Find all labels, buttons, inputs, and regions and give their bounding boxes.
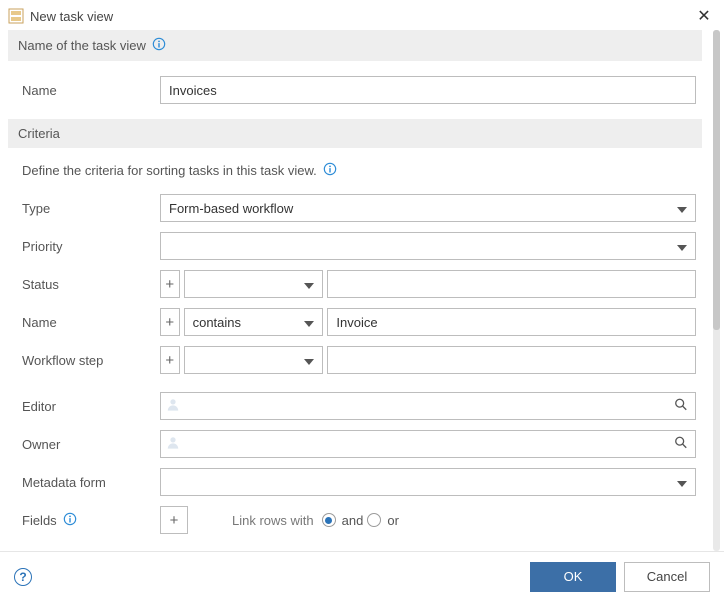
name-value-input[interactable] [327, 308, 696, 336]
info-icon[interactable] [63, 512, 77, 529]
row-name: Name [0, 71, 710, 109]
section-header-name: Name of the task view [8, 30, 702, 61]
chevron-down-icon [677, 475, 687, 490]
status-add-button[interactable]: + [160, 270, 180, 298]
cancel-button[interactable]: Cancel [624, 562, 710, 592]
name-add-button[interactable]: + [160, 308, 180, 336]
section-title-name: Name of the task view [18, 38, 146, 53]
workflow-value-input[interactable] [327, 346, 696, 374]
info-icon[interactable] [323, 162, 337, 179]
close-button[interactable]: ✕ [694, 6, 714, 26]
chevron-down-icon [304, 353, 314, 368]
label-workflow-step: Workflow step [22, 353, 160, 368]
ok-button[interactable]: OK [530, 562, 616, 592]
user-icon [166, 436, 180, 453]
row-name-criteria: Name + contains [0, 303, 710, 341]
criteria-hint-text: Define the criteria for sorting tasks in… [22, 163, 317, 178]
link-and-radio[interactable]: and [322, 513, 364, 528]
label-editor: Editor [22, 399, 160, 414]
fields-add-button[interactable]: + [160, 506, 188, 534]
window-title: New task view [30, 9, 694, 24]
link-or-radio[interactable]: or [367, 513, 399, 528]
chevron-down-icon [677, 201, 687, 216]
title-bar: New task view ✕ [0, 0, 724, 34]
search-icon[interactable] [674, 436, 688, 453]
scrollbar-thumb[interactable] [713, 30, 720, 330]
name-operator-select[interactable]: contains [184, 308, 324, 336]
name-operator-value: contains [193, 315, 241, 330]
info-icon[interactable] [152, 37, 166, 54]
type-value: Form-based workflow [169, 201, 293, 216]
user-icon [166, 398, 180, 415]
label-name-criteria: Name [22, 315, 160, 330]
row-metadata-form: Metadata form [0, 463, 710, 501]
dialog-footer: ? OK Cancel [0, 551, 724, 601]
row-fields: Fields + Link rows with and or [0, 501, 710, 539]
label-priority: Priority [22, 239, 160, 254]
label-status: Status [22, 277, 160, 292]
chevron-down-icon [304, 277, 314, 292]
label-metadata-form: Metadata form [22, 475, 160, 490]
row-editor: Editor [0, 387, 710, 425]
label-type: Type [22, 201, 160, 216]
section-title-criteria: Criteria [18, 126, 60, 141]
link-and-label: and [342, 513, 364, 528]
help-button[interactable]: ? [14, 568, 32, 586]
metadata-form-select[interactable] [160, 468, 696, 496]
status-value-input[interactable] [327, 270, 696, 298]
search-icon[interactable] [674, 398, 688, 415]
radio-dot-icon [322, 513, 336, 527]
priority-select[interactable] [160, 232, 696, 260]
label-owner: Owner [22, 437, 160, 452]
owner-input[interactable] [160, 430, 696, 458]
dialog-window: New task view ✕ Name of the task view Na… [0, 0, 724, 601]
row-workflow-step: Workflow step + [0, 341, 710, 379]
workflow-operator-select[interactable] [184, 346, 324, 374]
app-icon [8, 8, 24, 24]
label-fields-text: Fields [22, 513, 57, 528]
label-name: Name [22, 83, 160, 98]
type-select[interactable]: Form-based workflow [160, 194, 696, 222]
chevron-down-icon [677, 239, 687, 254]
scrollbar-track[interactable] [713, 30, 720, 551]
row-status: Status + [0, 265, 710, 303]
criteria-hint: Define the criteria for sorting tasks in… [0, 158, 710, 189]
row-priority: Priority [0, 227, 710, 265]
link-rows-label: Link rows with [232, 513, 314, 528]
name-input[interactable] [160, 76, 696, 104]
section-header-criteria: Criteria [8, 119, 702, 148]
row-owner: Owner [0, 425, 710, 463]
status-operator-select[interactable] [184, 270, 324, 298]
row-type: Type Form-based workflow [0, 189, 710, 227]
workflow-add-button[interactable]: + [160, 346, 180, 374]
editor-input[interactable] [160, 392, 696, 420]
radio-dot-icon [367, 513, 381, 527]
dialog-body: Name of the task view Name Criteria Defi… [0, 30, 710, 551]
link-or-label: or [387, 513, 399, 528]
chevron-down-icon [304, 315, 314, 330]
label-fields: Fields [22, 512, 160, 529]
